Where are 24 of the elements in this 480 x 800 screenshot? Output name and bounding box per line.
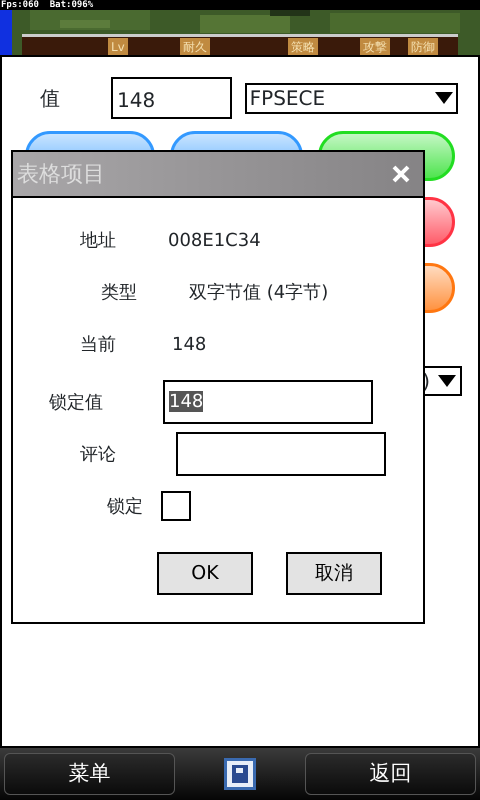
field-label: 锁定 — [106, 494, 143, 518]
input-field[interactable]: 148 — [163, 380, 373, 424]
value-field[interactable]: 148 — [111, 77, 232, 119]
field-label: 锁定值 — [48, 390, 103, 414]
caret-icon — [438, 375, 456, 387]
field-value: 008E1C34 — [168, 228, 261, 252]
back-button[interactable]: 返回 — [305, 753, 476, 795]
field-label: 地址 — [79, 228, 116, 252]
ok-button[interactable]: 取消 — [286, 552, 382, 595]
value-label: 值 — [40, 85, 61, 112]
menu-button[interactable]: 菜单 — [4, 753, 175, 795]
app-icon[interactable] — [224, 758, 256, 790]
field-label: 评论 — [79, 442, 116, 466]
checkbox[interactable] — [161, 491, 191, 521]
field-label: 类型 — [100, 280, 137, 304]
field-value: 148 — [172, 332, 206, 356]
field-value: 双字节值 (4字节) — [189, 280, 328, 304]
field-label: 当前 — [79, 332, 116, 356]
input-field[interactable] — [176, 432, 386, 476]
dialog-title: 表格项目 — [17, 160, 105, 188]
ok-button[interactable]: OK — [157, 552, 253, 595]
close-icon[interactable] — [391, 164, 411, 184]
caret-icon — [435, 92, 453, 104]
type-dropdown[interactable]: FPSECE — [244, 82, 458, 114]
